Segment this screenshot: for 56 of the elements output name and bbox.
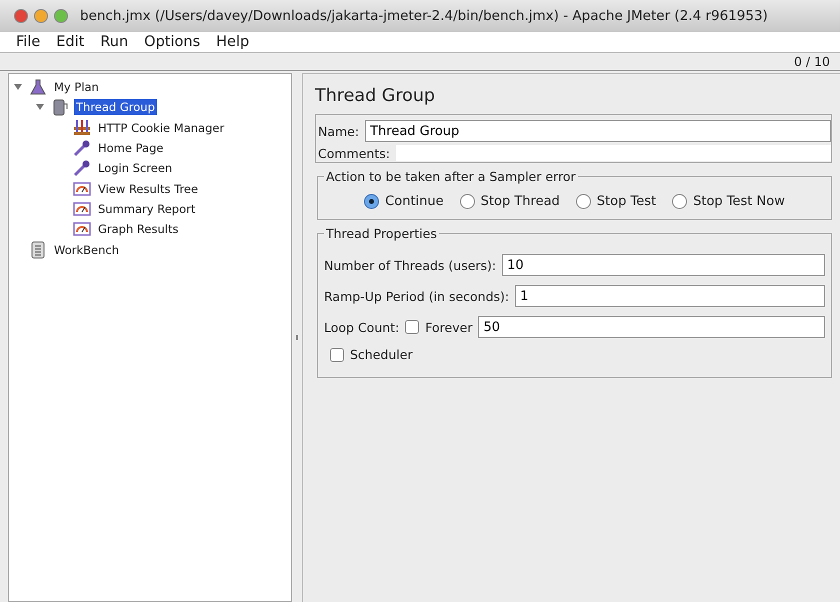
panel-title: Thread Group	[315, 86, 436, 106]
comments-field[interactable]	[396, 145, 831, 161]
group-title: Action to be taken after a Sampler error	[325, 169, 577, 184]
tree-item[interactable]: Home Page	[96, 140, 166, 156]
checkbox-label: Scheduler	[350, 347, 413, 362]
menu-item[interactable]: Edit	[48, 32, 92, 52]
field-label: Loop Count:	[324, 320, 400, 334]
tree-item[interactable]: View Results Tree	[96, 180, 200, 197]
pipette-icon	[73, 139, 91, 158]
field-label: Ramp-Up Period (in seconds):	[324, 288, 510, 304]
close-button[interactable]	[14, 9, 28, 23]
clipboard-icon	[29, 240, 47, 259]
field-label: Name:	[318, 124, 360, 138]
radio-label: Continue	[385, 194, 444, 209]
test-tube-rack-icon	[73, 118, 91, 137]
spool-icon	[51, 98, 69, 116]
checkbox[interactable]	[405, 320, 420, 334]
menu-item[interactable]: Help	[208, 32, 258, 52]
tree-item[interactable]: WorkBench	[52, 242, 121, 258]
group-title: Thread Properties	[325, 226, 438, 241]
tree-item[interactable]: Summary Report	[96, 200, 198, 217]
splitter-handle[interactable]	[296, 335, 298, 340]
radio-label: Stop Test	[596, 194, 656, 209]
pipette-icon	[73, 159, 91, 178]
radio-button[interactable]	[576, 194, 591, 209]
field-label: Number of Threads (users):	[324, 258, 496, 272]
tree-item[interactable]: Thread Group	[74, 99, 157, 116]
ramp-up-field[interactable]: 1	[515, 285, 825, 307]
radio-button[interactable]	[460, 194, 475, 209]
gauge-icon	[73, 200, 91, 218]
expand-triangle-icon[interactable]	[13, 82, 23, 92]
threads-field[interactable]: 10	[502, 254, 825, 276]
radio-label: Stop Test Now	[693, 194, 785, 209]
radio-button[interactable]	[672, 194, 688, 209]
name-field[interactable]: Thread Group	[365, 120, 831, 142]
checkbox-label: Forever	[425, 320, 472, 334]
menu-item[interactable]: File	[8, 32, 48, 52]
zoom-button[interactable]	[54, 9, 68, 23]
loop-count-field[interactable]: 50	[478, 316, 825, 338]
expand-triangle-icon[interactable]	[35, 102, 45, 112]
field-label: Comments:	[318, 146, 390, 160]
gauge-icon	[73, 180, 91, 198]
menu-item[interactable]: Options	[136, 32, 208, 52]
tree-item[interactable]: HTTP Cookie Manager	[96, 120, 226, 136]
thread-counter: 0 / 10	[794, 53, 830, 70]
window-title: bench.jmx (/Users/davey/Downloads/jakarta-jmeter-2.4/bin/bench.jmx) - Apache JMeter (2.4 r961953)	[80, 8, 768, 24]
minimize-button[interactable]	[34, 9, 48, 23]
menu-item[interactable]: Run	[92, 32, 136, 52]
checkbox[interactable]	[330, 348, 344, 362]
tree-item[interactable]: Graph Results	[96, 221, 180, 238]
tree-item[interactable]: Login Screen	[96, 160, 174, 176]
radio-button[interactable]	[364, 194, 380, 209]
flask-icon	[29, 78, 47, 96]
tree-item[interactable]: My Plan	[52, 79, 101, 96]
gauge-icon	[73, 220, 91, 238]
radio-label: Stop Thread	[480, 194, 560, 209]
